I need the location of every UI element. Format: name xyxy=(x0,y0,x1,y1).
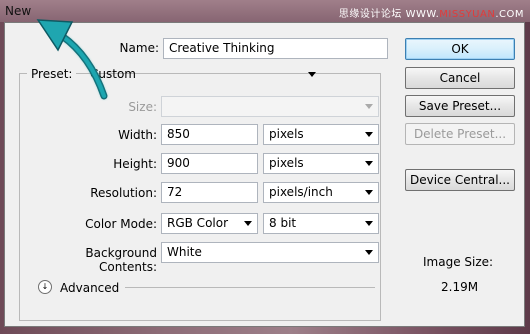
chevron-down-icon xyxy=(308,72,316,77)
resolution-unit-value: pixels/inch xyxy=(269,185,333,199)
width-unit-select[interactable]: pixels xyxy=(263,124,379,145)
image-size-value: 2.19M xyxy=(441,280,479,294)
chevron-down-icon xyxy=(365,132,373,137)
height-input[interactable]: 900 xyxy=(161,153,258,174)
name-input[interactable]: Creative Thinking xyxy=(163,38,388,59)
height-unit-select[interactable]: pixels xyxy=(263,153,379,174)
watermark: 思缘设计论坛 WWW.MISSYUAN.COM xyxy=(339,5,524,20)
bit-depth-select[interactable]: 8 bit xyxy=(263,213,379,234)
resolution-label: Resolution: xyxy=(90,186,157,200)
background-select[interactable]: White xyxy=(161,242,379,263)
color-mode-value: RGB Color xyxy=(167,216,229,230)
chevron-down-icon xyxy=(365,161,373,166)
color-mode-label: Color Mode: xyxy=(85,217,157,231)
device-central-button[interactable]: Device Central... xyxy=(405,169,515,191)
chevron-down-icon xyxy=(365,250,373,255)
delete-preset-button[interactable]: Delete Preset... xyxy=(405,123,515,145)
watermark-cn: 思缘设计论坛 xyxy=(338,9,402,20)
chevron-down-icon xyxy=(244,221,252,226)
save-preset-button[interactable]: Save Preset... xyxy=(405,95,515,117)
advanced-label[interactable]: Advanced xyxy=(60,281,119,295)
watermark-prefix: WWW. xyxy=(405,9,440,20)
advanced-divider xyxy=(125,287,375,288)
width-label: Width: xyxy=(118,128,157,142)
chevron-down-icon xyxy=(365,221,373,226)
watermark-red: MISSYUAN xyxy=(439,9,496,20)
background-value: White xyxy=(167,245,202,259)
bit-depth-value: 8 bit xyxy=(269,216,297,230)
width-unit-value: pixels xyxy=(269,127,304,141)
teal-curved-arrow-icon xyxy=(36,19,108,100)
background-label: Background Contents: xyxy=(85,246,157,274)
height-label: Height: xyxy=(113,157,157,171)
size-select[interactable] xyxy=(161,96,379,117)
cancel-button[interactable]: Cancel xyxy=(405,67,515,89)
height-unit-value: pixels xyxy=(269,156,304,170)
resolution-unit-select[interactable]: pixels/inch xyxy=(263,182,379,203)
color-mode-select[interactable]: RGB Color xyxy=(161,213,258,234)
watermark-suffix: .COM xyxy=(495,9,524,20)
image-size-label: Image Size: xyxy=(423,255,494,269)
width-input[interactable]: 850 xyxy=(161,124,258,145)
chevron-down-icon xyxy=(365,104,373,109)
resolution-input[interactable]: 72 xyxy=(161,182,258,203)
ok-button[interactable]: OK xyxy=(405,38,515,60)
double-chevron-down-icon[interactable]: ↓ xyxy=(38,280,52,294)
chevron-down-icon xyxy=(365,190,373,195)
